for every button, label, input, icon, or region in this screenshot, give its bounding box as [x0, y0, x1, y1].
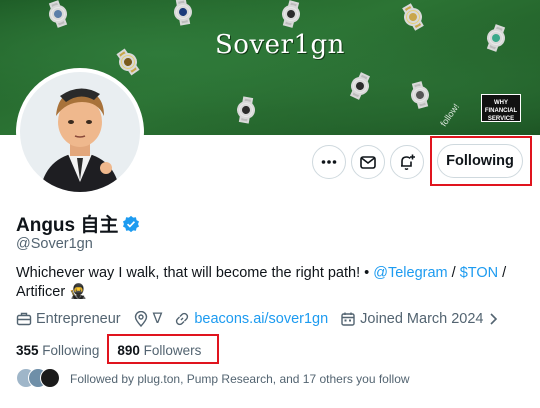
- bio-text: Whichever way I walk, that will become t…: [16, 265, 374, 281]
- following-count: 355: [16, 343, 39, 358]
- following-stat[interactable]: 355 Following: [16, 343, 99, 358]
- location-label: ∇: [152, 311, 163, 327]
- verified-badge-icon[interactable]: [122, 215, 140, 233]
- website-link[interactable]: beacons.ai/sover1gn: [194, 311, 328, 327]
- notify-button[interactable]: [390, 145, 424, 179]
- more-icon: [321, 160, 337, 164]
- meta-website: beacons.ai/sover1gn: [174, 311, 328, 327]
- briefcase-icon: [16, 312, 32, 326]
- location-pin-icon: [134, 311, 147, 327]
- bio-separator: /: [447, 265, 460, 281]
- avatar-illustration: [20, 72, 140, 192]
- link-icon: [176, 312, 189, 326]
- bio-line-2: Artificer 🥷: [16, 284, 88, 300]
- highlight-following-button: [430, 136, 532, 186]
- more-button[interactable]: [312, 145, 346, 179]
- bio-tail: /: [498, 265, 507, 281]
- meta-category: Entrepreneur: [16, 311, 121, 327]
- user-handle: @Sover1gn: [16, 236, 93, 252]
- display-name: Angus 自主: [16, 215, 119, 236]
- chevron-right-icon: [489, 313, 497, 325]
- profile-meta: Entrepreneur ∇ beacons.ai/sover1gn Joine…: [16, 311, 516, 327]
- mail-icon: [360, 156, 376, 169]
- followed-by[interactable]: Followed by plug.ton, Pump Research, and…: [16, 368, 410, 390]
- banner-title: Sover1gn: [215, 30, 345, 60]
- brand-logo: WHY FINANCIAL SERVICE: [481, 94, 521, 122]
- highlight-followers: [107, 334, 219, 364]
- telegram-link[interactable]: @Telegram: [373, 265, 447, 281]
- following-stat-label: Following: [42, 343, 100, 358]
- ton-cashtag-link[interactable]: $TON: [460, 265, 498, 281]
- name-row: Angus 自主: [16, 210, 140, 237]
- avatar: [40, 368, 60, 388]
- profile-bio: Whichever way I walk, that will become t…: [16, 264, 516, 302]
- brand-line: WHY: [494, 100, 508, 106]
- meta-location: ∇: [133, 311, 163, 327]
- message-button[interactable]: [351, 145, 385, 179]
- brand-line: FINANCIAL: [484, 108, 518, 114]
- category-label: Entrepreneur: [36, 311, 121, 327]
- profile-avatar[interactable]: [16, 68, 144, 196]
- followed-by-text: Followed by plug.ton, Pump Research, and…: [70, 372, 410, 386]
- meta-joined[interactable]: Joined March 2024: [340, 311, 503, 327]
- calendar-icon: [341, 312, 355, 326]
- bell-plus-icon: [401, 154, 415, 170]
- joined-label: Joined March 2024: [360, 311, 484, 327]
- mutual-avatars: [16, 368, 62, 390]
- brand-line: SERVICE: [487, 116, 515, 122]
